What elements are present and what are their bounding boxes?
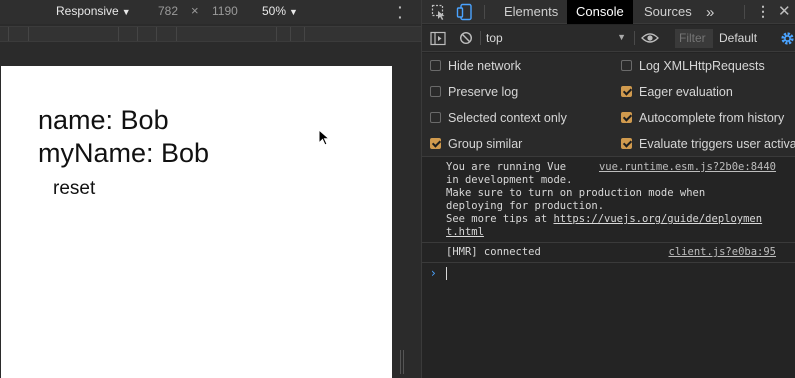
ruler-tick <box>304 27 305 41</box>
tab-console[interactable]: Console <box>567 0 633 24</box>
checkbox-eager-evaluation[interactable] <box>621 86 632 97</box>
option-label: Selected context only <box>448 111 567 125</box>
message-line: in development mode. <box>446 174 573 186</box>
checkbox-group-similar[interactable] <box>430 138 441 149</box>
caret-down-icon: ▼ <box>289 7 298 17</box>
reset-button[interactable]: reset <box>53 177 95 201</box>
zoom-label: 50% <box>262 4 287 18</box>
console-toolbar: top ▼ Default <box>422 25 795 52</box>
checkbox-autocomplete-history[interactable] <box>621 112 632 123</box>
live-expression-eye-icon[interactable] <box>641 32 659 44</box>
message-source-link[interactable]: vue.runtime.esm.js?2b0e:8440 <box>599 161 776 174</box>
zoom-select[interactable]: 50% ▼ <box>262 4 298 18</box>
customize-devtools-icon[interactable]: ⋮ <box>752 0 774 24</box>
option-label: Preserve log <box>448 85 519 99</box>
ruler-tick <box>290 27 291 41</box>
tab-elements[interactable]: Elements <box>495 0 567 24</box>
context-label: top <box>486 31 503 45</box>
message-source-link[interactable]: client.js?e0ba:95 <box>669 246 776 259</box>
vue-guide-link[interactable]: https://vuejs.org/guide/deploymen <box>553 213 762 225</box>
devtools-tabbar: Elements Console Sources » ⋮ ✕ <box>422 0 795 24</box>
device-toolbar: Responsive▼ 782 × 1190 50%▼ ··· <box>0 0 421 34</box>
toolbar-divider <box>634 31 635 45</box>
option-label: Group similar <box>448 137 523 151</box>
device-toolbar-toggle-icon[interactable] <box>456 3 474 21</box>
checkbox-evaluate-triggers[interactable] <box>621 138 632 149</box>
close-devtools-icon[interactable]: ✕ <box>774 0 795 24</box>
ruler-tick <box>176 27 177 41</box>
ruler-tick <box>137 27 138 41</box>
console-message: vue.runtime.esm.js?2b0e:8440 You are run… <box>422 158 795 243</box>
ruler-tick <box>28 27 29 41</box>
handle-line <box>400 350 401 374</box>
devtools-panel: Elements Console Sources » ⋮ ✕ top ▼ Defa… <box>421 0 795 378</box>
toolbar-divider <box>484 5 485 19</box>
console-filter-input[interactable] <box>675 29 713 48</box>
myname-text: myName: Bob <box>38 138 210 168</box>
show-sidebar-icon[interactable] <box>430 31 446 46</box>
tab-sources[interactable]: Sources <box>635 0 701 24</box>
option-label: Autocomplete from history <box>639 111 785 125</box>
message-line: t.html <box>446 226 776 239</box>
checkbox-selected-context-only[interactable] <box>430 112 441 123</box>
caret-down-icon: ▼ <box>617 32 626 42</box>
option-label: Log XMLHttpRequests <box>639 59 765 73</box>
option-label: Evaluate triggers user activati <box>639 137 795 151</box>
checkbox-log-xhr[interactable] <box>621 60 632 71</box>
toolbar-divider <box>744 5 745 19</box>
message-line: Make sure to turn on production mode whe… <box>446 187 706 199</box>
checkbox-hide-network[interactable] <box>430 60 441 71</box>
message-line: See more tips at https://vuejs.org/guide… <box>446 213 776 226</box>
media-query-ruler[interactable] <box>0 26 421 42</box>
device-emulation-pane: Responsive▼ 782 × 1190 50%▼ ··· name: Bo… <box>0 0 421 378</box>
text-caret <box>446 267 447 280</box>
message-line: deploying for production. <box>446 200 605 212</box>
dimension-separator: × <box>191 3 199 18</box>
ruler-tick <box>276 27 277 41</box>
execution-context-select[interactable]: top ▼ <box>486 31 626 45</box>
device-select[interactable]: Responsive ▼ <box>56 4 131 18</box>
console-prompt[interactable]: › <box>422 263 795 283</box>
option-label: Eager evaluation <box>639 85 733 99</box>
console-message: client.js?e0ba:95 [HMR] connected <box>422 243 795 263</box>
inspect-element-icon[interactable] <box>431 4 447 20</box>
page-viewport: name: Bob myName: Bob reset <box>1 66 392 378</box>
ruler-tick <box>8 27 9 41</box>
handle-line <box>403 350 404 374</box>
console-settings-panel: Hide network Log XMLHttpRequests Preserv… <box>422 53 795 157</box>
console-messages: vue.runtime.esm.js?2b0e:8440 You are run… <box>422 158 795 283</box>
ruler-tick <box>156 27 157 41</box>
name-text: name: Bob <box>38 105 169 135</box>
checkbox-preserve-log[interactable] <box>430 86 441 97</box>
more-tabs-icon[interactable]: » <box>700 1 720 25</box>
console-settings-gear-icon[interactable] <box>780 31 795 46</box>
message-text: See more tips at <box>446 213 554 225</box>
caret-down-icon: ▼ <box>121 7 131 17</box>
clear-console-icon[interactable] <box>459 31 473 45</box>
height-input[interactable]: 1190 <box>212 4 238 18</box>
toolbar-divider <box>480 31 481 45</box>
resize-handle[interactable] <box>400 350 406 374</box>
prompt-chevron-icon: › <box>431 266 436 280</box>
device-select-label: Responsive <box>56 4 119 18</box>
width-input[interactable]: 782 <box>158 4 178 18</box>
vue-guide-link-cont[interactable]: t.html <box>446 226 484 238</box>
option-label: Hide network <box>448 59 521 73</box>
log-levels-select[interactable]: Default <box>719 31 757 45</box>
ruler-tick <box>118 27 119 41</box>
mouse-cursor-icon <box>318 129 331 146</box>
